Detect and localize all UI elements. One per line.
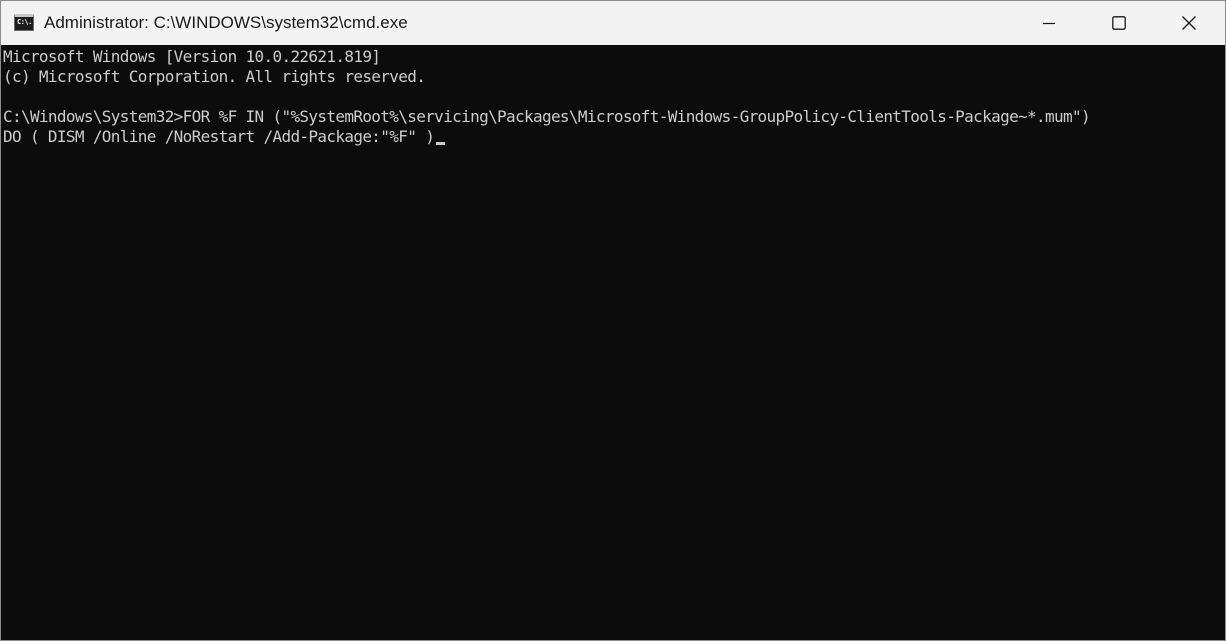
- close-icon: [1182, 16, 1196, 30]
- minimize-button[interactable]: [1014, 1, 1084, 45]
- cmd-icon[interactable]: C:\.: [14, 14, 34, 31]
- maximize-icon: [1112, 16, 1126, 30]
- close-button[interactable]: [1154, 1, 1224, 45]
- text-cursor: [436, 142, 446, 145]
- console-output[interactable]: Microsoft Windows [Version 10.0.22621.81…: [1, 45, 1225, 640]
- window-title: Administrator: C:\WINDOWS\system32\cmd.e…: [44, 13, 408, 32]
- console-line-command-continued-text: DO ( DISM /Online /NoRestart /Add-Packag…: [3, 127, 435, 146]
- console-line-copyright: (c) Microsoft Corporation. All rights re…: [3, 67, 426, 86]
- console-line-version: Microsoft Windows [Version 10.0.22621.81…: [3, 47, 381, 66]
- console-line-command-continued: DO ( DISM /Online /NoRestart /Add-Packag…: [3, 127, 446, 147]
- minimize-icon: [1043, 22, 1055, 25]
- maximize-button[interactable]: [1084, 1, 1154, 45]
- cmd-window: C:\. Administrator: C:\WINDOWS\system32\…: [0, 0, 1226, 641]
- console-line-command: C:\Windows\System32>FOR %F IN ("%SystemR…: [3, 107, 1091, 126]
- cmd-icon-text: C:\.: [17, 18, 32, 26]
- title-bar[interactable]: C:\. Administrator: C:\WINDOWS\system32\…: [1, 1, 1225, 45]
